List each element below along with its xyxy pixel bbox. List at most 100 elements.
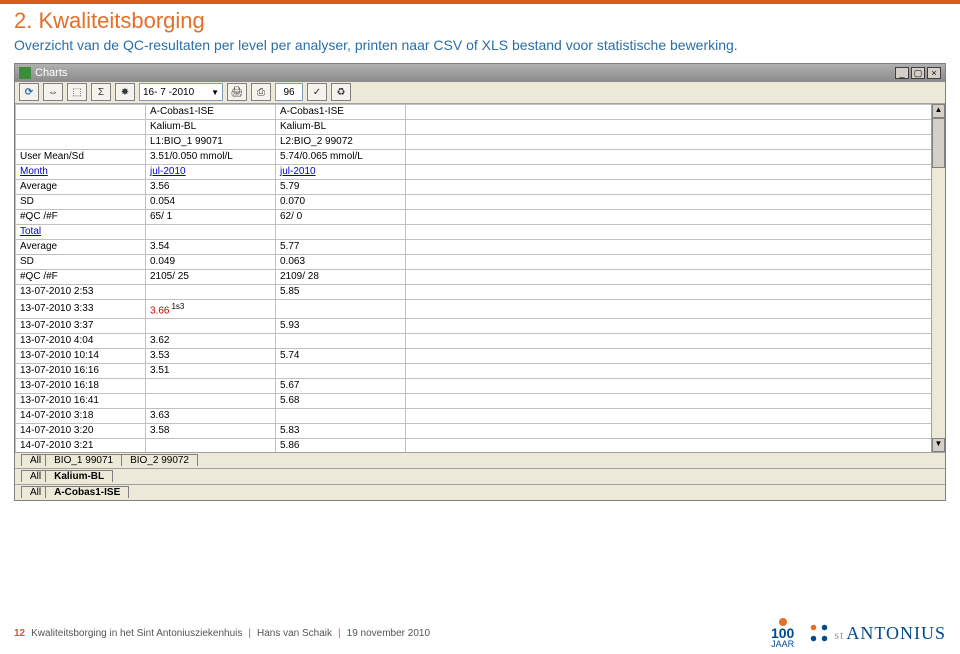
scroll-up-icon[interactable]: ▲ bbox=[932, 104, 945, 118]
toolbar-chart-icon[interactable]: ⬚ bbox=[67, 83, 87, 101]
footer-date: 19 november 2010 bbox=[347, 628, 430, 639]
toolbar-export-icon[interactable]: ⎙ bbox=[251, 83, 271, 101]
sample-timestamp: 13-07-2010 3:33 bbox=[16, 299, 146, 318]
sample-timestamp: 13-07-2010 16:18 bbox=[16, 379, 146, 394]
toolbar-stats-icon[interactable]: Σ bbox=[91, 83, 111, 101]
sample-value-c2: 5.86 bbox=[276, 439, 406, 452]
row-total-avg: Average3.545.77 bbox=[16, 239, 945, 254]
sample-row: 13-07-2010 2:53 5.85 bbox=[16, 284, 945, 299]
sample-timestamp: 13-07-2010 4:04 bbox=[16, 334, 146, 349]
scroll-thumb[interactable] bbox=[932, 118, 945, 168]
toolbar-apply-icon[interactable]: ✓ bbox=[307, 83, 327, 101]
sample-row: 13-07-2010 16:18 5.67 bbox=[16, 379, 945, 394]
sample-value-c2 bbox=[276, 299, 406, 318]
sample-value-c1 bbox=[146, 379, 276, 394]
brand-text: stANTONIUS bbox=[834, 623, 946, 644]
sample-timestamp: 13-07-2010 3:37 bbox=[16, 319, 146, 334]
toolbar: ⟳ ⇔ ⬚ Σ ✸ 16- 7 -2010 ▼ 🖨 ⎙ ✓ ♻ bbox=[15, 82, 945, 104]
row-lot: L1:BIO_1 99071L2:BIO_2 99072 bbox=[16, 134, 945, 149]
tab-analyser-cobas[interactable]: A-Cobas1-ISE bbox=[45, 486, 129, 498]
toolbar-settings-icon[interactable]: ✸ bbox=[115, 83, 135, 101]
sample-row: 13-07-2010 10:143.535.74 bbox=[16, 349, 945, 364]
sample-value-c2: 5.67 bbox=[276, 379, 406, 394]
qc-data-grid: A-Cobas1-ISEA-Cobas1-ISE Kalium-BLKalium… bbox=[15, 104, 945, 452]
scroll-down-icon[interactable]: ▼ bbox=[932, 438, 945, 452]
sample-timestamp: 14-07-2010 3:21 bbox=[16, 439, 146, 452]
page-number: 12 bbox=[14, 628, 25, 639]
sample-value-c1 bbox=[146, 439, 276, 452]
sample-value-c1 bbox=[146, 394, 276, 409]
sample-row: 13-07-2010 4:043.62 bbox=[16, 334, 945, 349]
tab-all-analyser[interactable]: All bbox=[21, 486, 46, 498]
row-month-avg: Average3.565.79 bbox=[16, 179, 945, 194]
sample-value-c1 bbox=[146, 284, 276, 299]
tab-all-lot[interactable]: All bbox=[21, 454, 46, 466]
separator-icon: | bbox=[338, 628, 341, 639]
toolbar-refresh-icon[interactable]: ⟳ bbox=[19, 83, 39, 101]
toolbar-date-picker[interactable]: 16- 7 -2010 ▼ bbox=[139, 83, 223, 101]
sample-timestamp: 14-07-2010 3:20 bbox=[16, 424, 146, 439]
sample-timestamp: 13-07-2010 16:16 bbox=[16, 364, 146, 379]
sample-value-c1: 3.62 bbox=[146, 334, 276, 349]
footer-text: Kwaliteitsborging in het Sint Antoniuszi… bbox=[31, 628, 242, 639]
row-month: Monthjul-2010jul-2010 bbox=[16, 164, 945, 179]
separator-icon: | bbox=[248, 628, 251, 639]
sample-value-c1: 3.53 bbox=[146, 349, 276, 364]
maximize-button[interactable]: ▢ bbox=[911, 67, 925, 79]
sample-value-c1 bbox=[146, 319, 276, 334]
antonius-logo: stANTONIUS bbox=[808, 622, 946, 644]
logo-jaar: JAAR bbox=[771, 640, 794, 648]
sample-value-c2 bbox=[276, 364, 406, 379]
toolbar-date-value: 16- 7 -2010 bbox=[143, 87, 194, 98]
toolbar-print-icon[interactable]: 🖨 bbox=[227, 83, 247, 101]
sample-timestamp: 13-07-2010 10:14 bbox=[16, 349, 146, 364]
dropdown-arrow-icon: ▼ bbox=[211, 88, 219, 97]
sample-value-c1: 3.58 bbox=[146, 424, 276, 439]
row-month-sd: SD0.0540.070 bbox=[16, 194, 945, 209]
tab-analyte-kalium[interactable]: Kalium-BL bbox=[45, 470, 113, 482]
row-total-qcf: #QC /#F2105/ 252109/ 28 bbox=[16, 269, 945, 284]
footer-author: Hans van Schaik bbox=[257, 628, 332, 639]
sample-row: 13-07-2010 3:37 5.93 bbox=[16, 319, 945, 334]
sample-value-c1: 3.661s3 bbox=[146, 299, 276, 318]
sample-value-c1: 3.51 bbox=[146, 364, 276, 379]
slide-footer: 12 Kwaliteitsborging in het Sint Antoniu… bbox=[0, 618, 960, 648]
sample-value-c2: 5.74 bbox=[276, 349, 406, 364]
row-month-qcf: #QC /#F65/ 162/ 0 bbox=[16, 209, 945, 224]
logo-100-jaar: 100 JAAR bbox=[771, 618, 794, 648]
tab-row-analyser: All A-Cobas1-ISE bbox=[15, 484, 945, 500]
page-title: 2. Kwaliteitsborging bbox=[0, 4, 960, 36]
toolbar-number-input[interactable] bbox=[275, 83, 303, 101]
sample-row: 13-07-2010 3:333.661s3 bbox=[16, 299, 945, 318]
data-grid-wrap: A-Cobas1-ISEA-Cobas1-ISE Kalium-BLKalium… bbox=[15, 104, 945, 452]
app-icon bbox=[19, 67, 31, 79]
sample-value-c2 bbox=[276, 334, 406, 349]
tab-all-analyte[interactable]: All bbox=[21, 470, 46, 482]
tab-row-analyte: All Kalium-BL bbox=[15, 468, 945, 484]
sample-timestamp: 14-07-2010 3:18 bbox=[16, 409, 146, 424]
sample-value-c2 bbox=[276, 409, 406, 424]
charts-window: Charts _ ▢ × ⟳ ⇔ ⬚ Σ ✸ 16- 7 -2010 ▼ 🖨 ⎙… bbox=[14, 63, 946, 501]
tab-lot-2[interactable]: BIO_2 99072 bbox=[121, 454, 198, 466]
minimize-button[interactable]: _ bbox=[895, 67, 909, 79]
row-usermeansd: User Mean/Sd3.51/0.050 mmol/L5.74/0.065 … bbox=[16, 149, 945, 164]
window-titlebar: Charts _ ▢ × bbox=[15, 64, 945, 82]
toolbar-recycle-icon[interactable]: ♻ bbox=[331, 83, 351, 101]
row-total-sd: SD0.0490.063 bbox=[16, 254, 945, 269]
sample-row: 13-07-2010 16:163.51 bbox=[16, 364, 945, 379]
logo-area: 100 JAAR stANTONIUS bbox=[771, 618, 946, 648]
page-subtitle: Overzicht van de QC-resultaten per level… bbox=[0, 36, 960, 59]
sample-row: 14-07-2010 3:183.63 bbox=[16, 409, 945, 424]
sample-value-c2: 5.93 bbox=[276, 319, 406, 334]
toolbar-range-icon[interactable]: ⇔ bbox=[43, 83, 63, 101]
vertical-scrollbar[interactable]: ▲ ▼ bbox=[931, 104, 945, 452]
antonius-logo-icon bbox=[808, 622, 830, 644]
close-button[interactable]: × bbox=[927, 67, 941, 79]
row-analyte: Kalium-BLKalium-BL bbox=[16, 119, 945, 134]
sample-timestamp: 13-07-2010 2:53 bbox=[16, 284, 146, 299]
sample-value-c2: 5.85 bbox=[276, 284, 406, 299]
row-analyser: A-Cobas1-ISEA-Cobas1-ISE bbox=[16, 104, 945, 119]
sample-row: 13-07-2010 16:415.68 bbox=[16, 394, 945, 409]
tab-lot-1[interactable]: BIO_1 99071 bbox=[45, 454, 122, 466]
sample-value-c2: 5.68 bbox=[276, 394, 406, 409]
